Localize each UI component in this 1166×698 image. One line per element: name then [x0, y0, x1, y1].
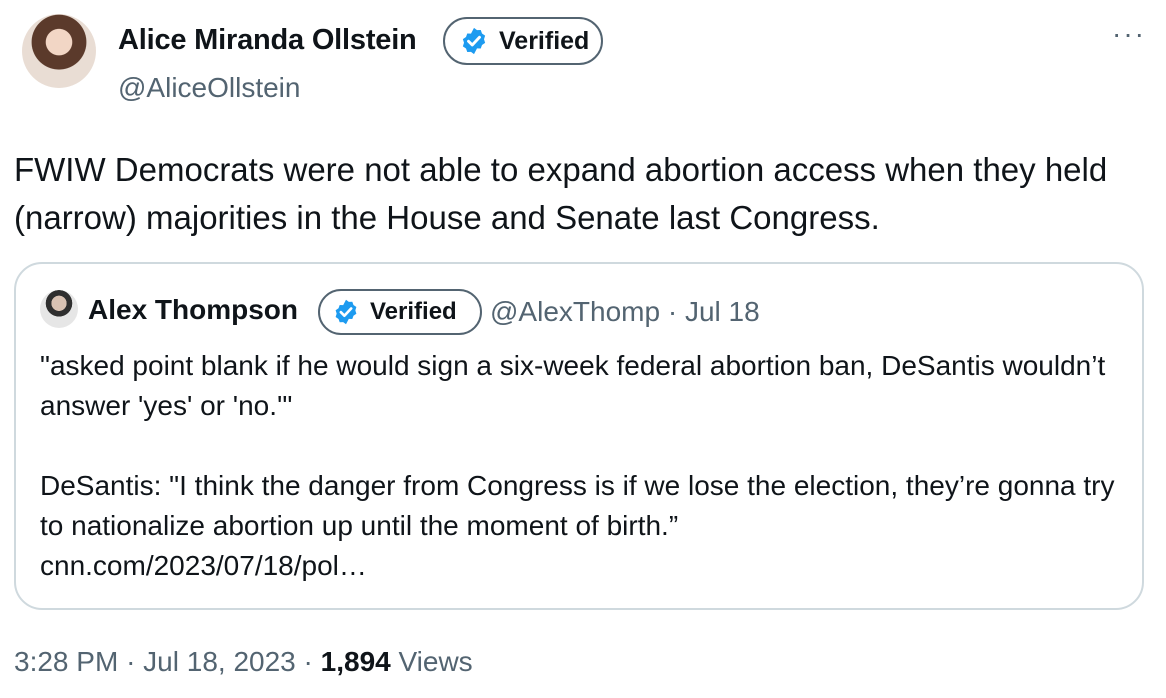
separator-dot: · — [667, 296, 685, 327]
tweet-text: FWIW Democrats were not able to expand a… — [14, 151, 1108, 236]
quoted-handle[interactable]: @AlexThomp — [490, 296, 660, 327]
author-avatar[interactable] — [22, 14, 96, 88]
author-handle[interactable]: @AliceOllstein — [118, 72, 300, 104]
separator-dot: · — [303, 646, 321, 677]
quoted-date[interactable]: Jul 18 — [685, 296, 760, 327]
tweet-time[interactable]: 3:28 PM — [14, 646, 118, 677]
views-count: 1,894 — [320, 646, 391, 677]
quoted-author-avatar[interactable] — [40, 290, 78, 328]
quoted-tweet-text: "asked point blank if he would sign a si… — [40, 350, 1115, 581]
verified-badge[interactable]: Verified — [443, 17, 603, 65]
quoted-verified-badge[interactable]: Verified — [318, 289, 482, 335]
quoted-meta: @AlexThomp · Jul 18 — [490, 296, 760, 328]
quoted-author-name[interactable]: Alex Thompson — [88, 294, 298, 326]
author-name[interactable]: Alice Miranda Ollstein — [118, 24, 417, 57]
separator-dot: · — [126, 646, 144, 677]
quoted-verified-label: Verified — [370, 298, 457, 325]
views-label: Views — [398, 646, 473, 677]
more-options-icon[interactable]: ··· — [1112, 18, 1146, 50]
tweet-meta-footer: 3:28 PM · Jul 18, 2023 · 1,894 Views — [14, 646, 473, 678]
verified-label: Verified — [499, 26, 590, 55]
verified-check-icon — [335, 299, 357, 325]
verified-check-icon — [462, 27, 486, 55]
tweet-date[interactable]: Jul 18, 2023 — [143, 646, 296, 677]
